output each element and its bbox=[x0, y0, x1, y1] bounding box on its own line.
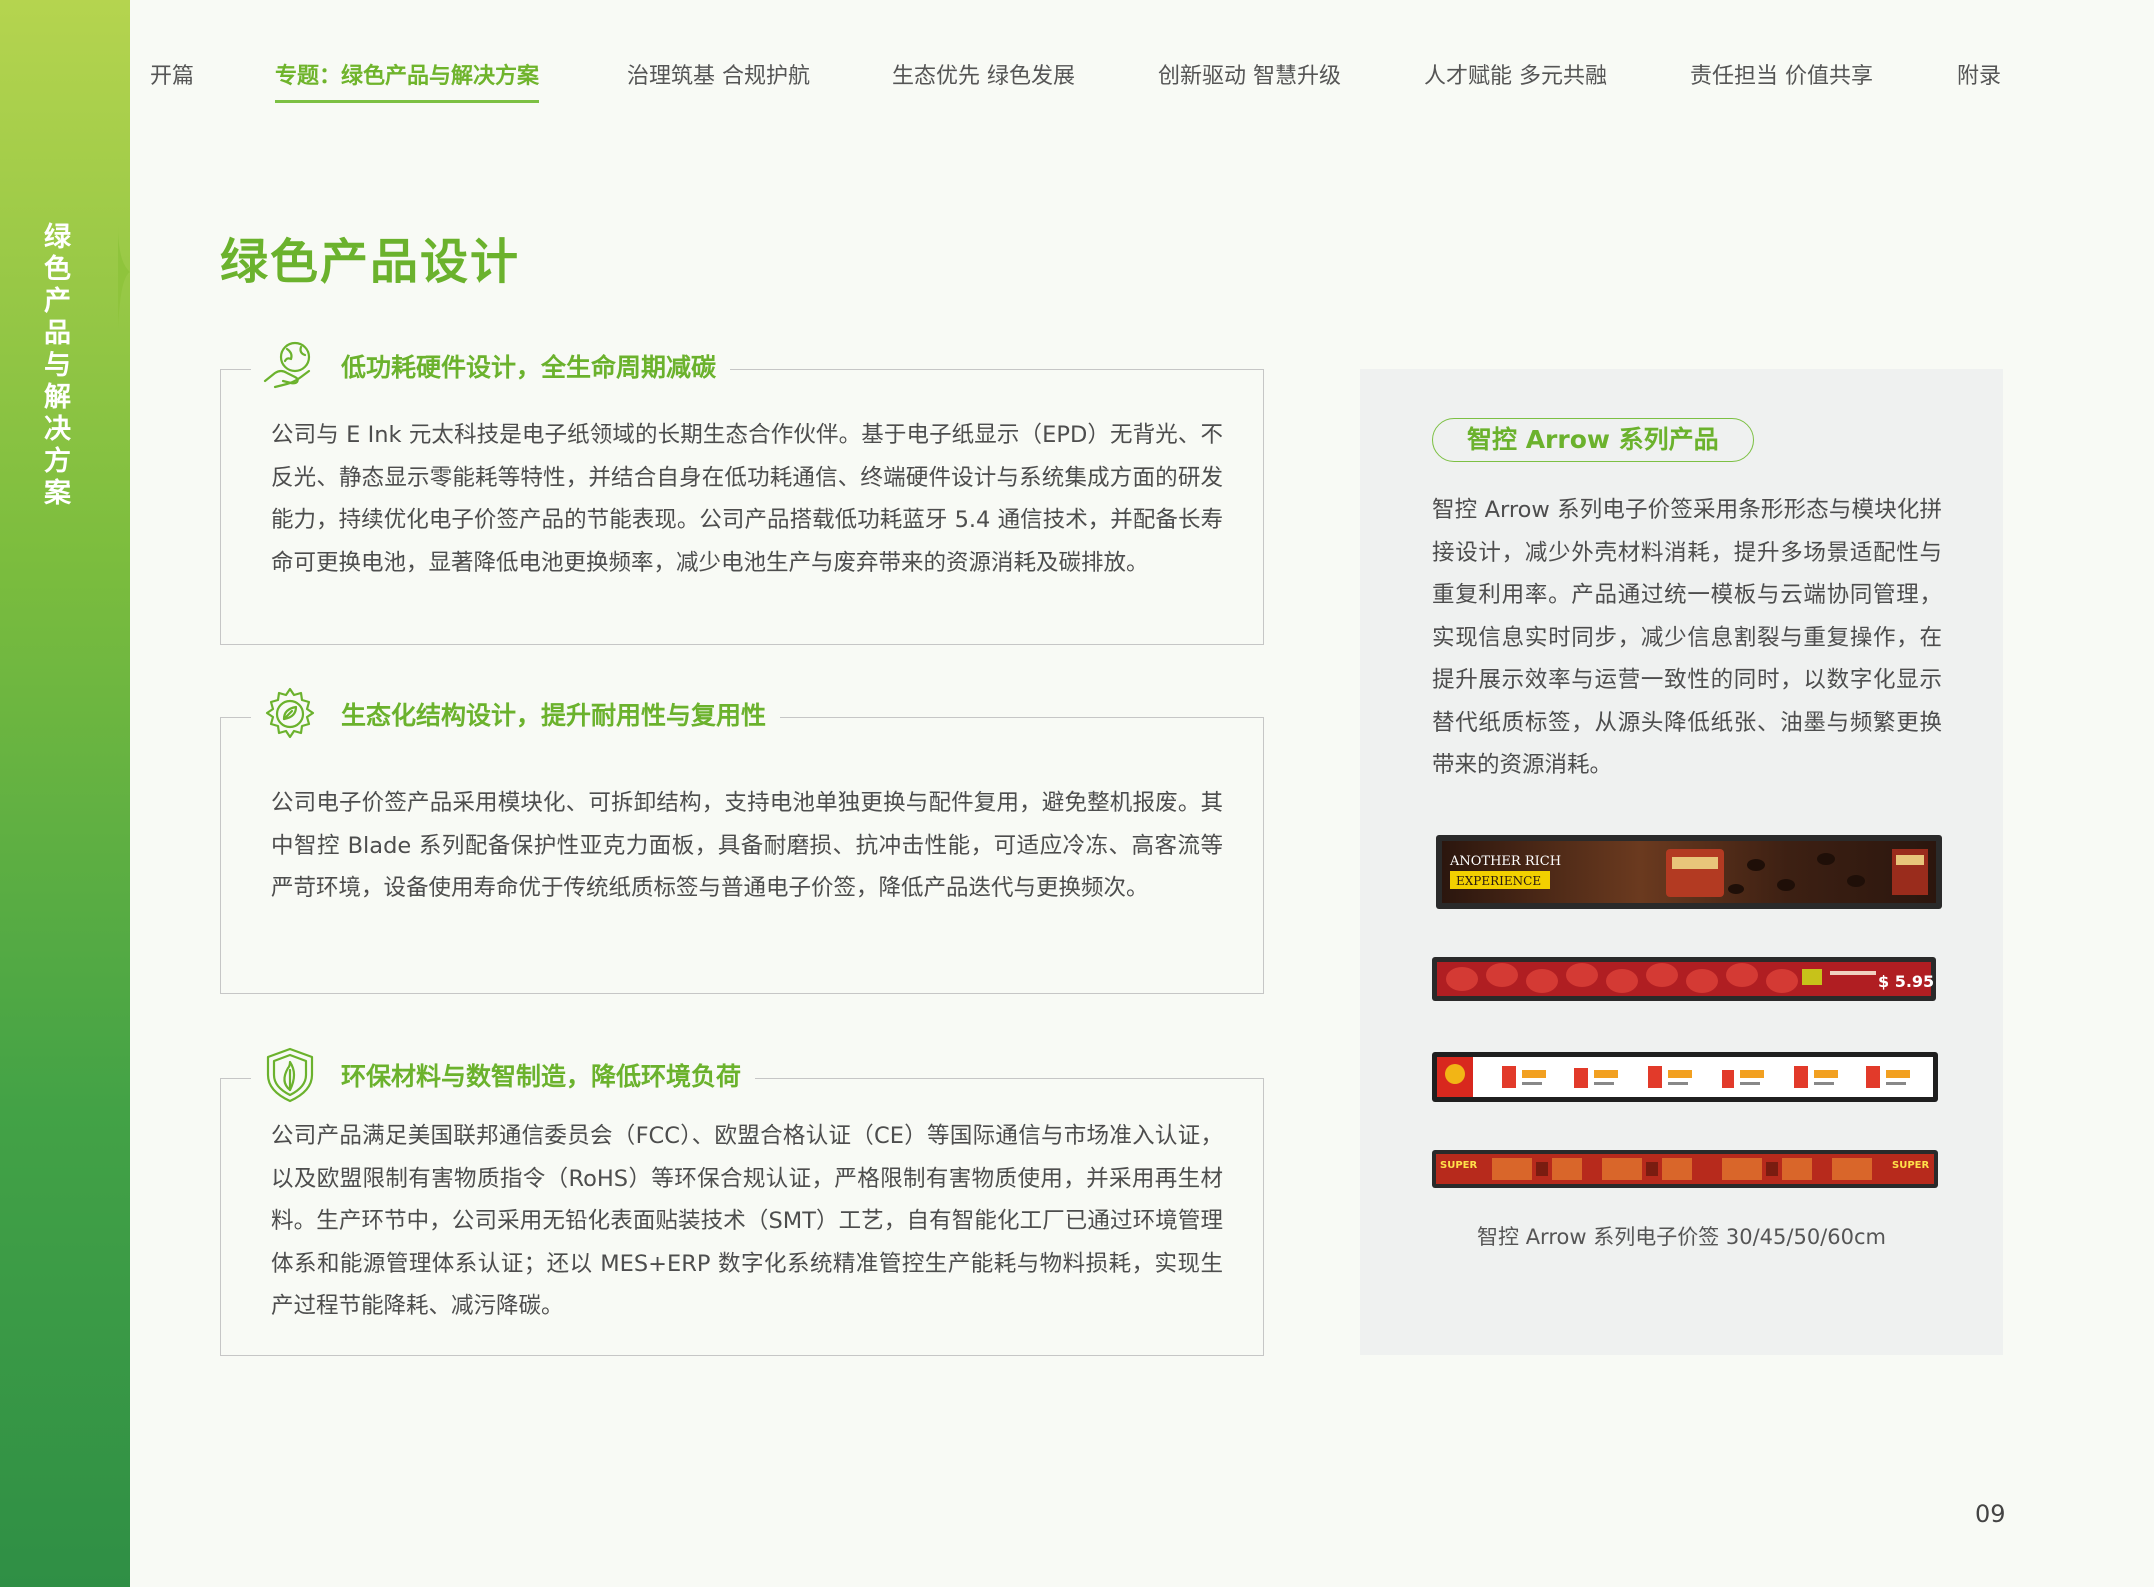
page-number: 09 bbox=[1975, 1500, 2006, 1528]
product-strip-shelf bbox=[1432, 1052, 1938, 1102]
section-header: 环保材料与数智制造，降低环境负荷 bbox=[251, 1045, 756, 1105]
nav-item-opening[interactable]: 开篇 bbox=[150, 58, 194, 100]
page-title: 绿色产品设计 bbox=[220, 234, 521, 290]
eco-gear-icon bbox=[265, 687, 315, 739]
section-heading: 环保材料与数智制造，降低环境负荷 bbox=[341, 1062, 742, 1091]
product-strip-strawberry: $ 5.95 bbox=[1432, 957, 1936, 1001]
section-box: 环保材料与数智制造，降低环境负荷 公司产品满足美国联邦通信委员会（FCC）、欧盟… bbox=[220, 1045, 1264, 1356]
section-header: 低功耗硬件设计，全生命周期减碳 bbox=[251, 336, 731, 396]
nav-item-appendix[interactable]: 附录 bbox=[1957, 58, 2001, 100]
strip-sale-left-label: SUPER bbox=[1440, 1160, 1477, 1171]
section-heading: 低功耗硬件设计，全生命周期减碳 bbox=[341, 353, 717, 382]
shield-leaf-icon bbox=[266, 1047, 314, 1103]
strip-sale-right-label: SUPER bbox=[1892, 1160, 1929, 1171]
nav-item-innovation[interactable]: 创新驱动 智慧升级 bbox=[1158, 58, 1341, 100]
nav-item-ecology[interactable]: 生态优先 绿色发展 bbox=[892, 58, 1075, 100]
product-description: 智控 Arrow 系列电子价签采用条形形态与模块化拼接设计，减少外壳材料消耗，提… bbox=[1432, 497, 1942, 778]
product-series-pill: 智控 Arrow 系列产品 bbox=[1432, 418, 1754, 462]
nav-item-talent[interactable]: 人才赋能 多元共融 bbox=[1424, 58, 1607, 100]
sidebar-band: 绿色产品与解决方案 bbox=[0, 0, 130, 1587]
nav-item-responsibility[interactable]: 责任担当 价值共享 bbox=[1690, 58, 1873, 100]
strip-strawberry-price: $ 5.95 bbox=[1878, 972, 1934, 991]
section-box: 低功耗硬件设计，全生命周期减碳 公司与 E Ink 元太科技是电子纸领域的长期生… bbox=[220, 336, 1264, 645]
product-strip-super-sale: SUPER SUPER bbox=[1432, 1150, 1938, 1188]
leaf-hand-icon bbox=[263, 341, 311, 389]
section-body: 公司产品满足美国联邦通信委员会（FCC）、欧盟合格认证（CE）等国际通信与市场准… bbox=[271, 1123, 1223, 1319]
strip-coffee-line1: ANOTHER RICH bbox=[1449, 854, 1561, 869]
section-body: 公司电子价签产品采用模块化、可拆卸结构，支持电池单独更换与配件复用，避免整机报废… bbox=[271, 790, 1223, 901]
nav-item-governance[interactable]: 治理筑基 合规护航 bbox=[627, 58, 810, 100]
section-box: 生态化结构设计，提升耐用性与复用性 公司电子价签产品采用模块化、可拆卸结构，支持… bbox=[220, 684, 1264, 994]
product-strip-coffee: ANOTHER RICH EXPERIENCE bbox=[1436, 835, 1942, 909]
sidebar-notch-shape bbox=[118, 226, 130, 330]
section-header: 生态化结构设计，提升耐用性与复用性 bbox=[251, 684, 781, 744]
product-caption: 智控 Arrow 系列电子价签 30/45/50/60cm bbox=[1477, 1225, 1886, 1249]
product-panel: 智控 Arrow 系列产品 智控 Arrow 系列电子价签采用条形形态与模块化拼… bbox=[1360, 369, 2003, 1355]
section-heading: 生态化结构设计，提升耐用性与复用性 bbox=[341, 701, 767, 730]
nav-item-feature[interactable]: 专题：绿色产品与解决方案 bbox=[275, 58, 540, 103]
strip-coffee-line2: EXPERIENCE bbox=[1456, 874, 1541, 888]
sidebar-section-label: 绿色产品与解决方案 bbox=[39, 222, 70, 510]
section-body: 公司与 E Ink 元太科技是电子纸领域的长期生态合作伙伴。基于电子纸显示（EP… bbox=[271, 422, 1223, 576]
top-navigation: 开篇 专题：绿色产品与解决方案 治理筑基 合规护航 生态优先 绿色发展 创新驱动… bbox=[150, 58, 2020, 108]
